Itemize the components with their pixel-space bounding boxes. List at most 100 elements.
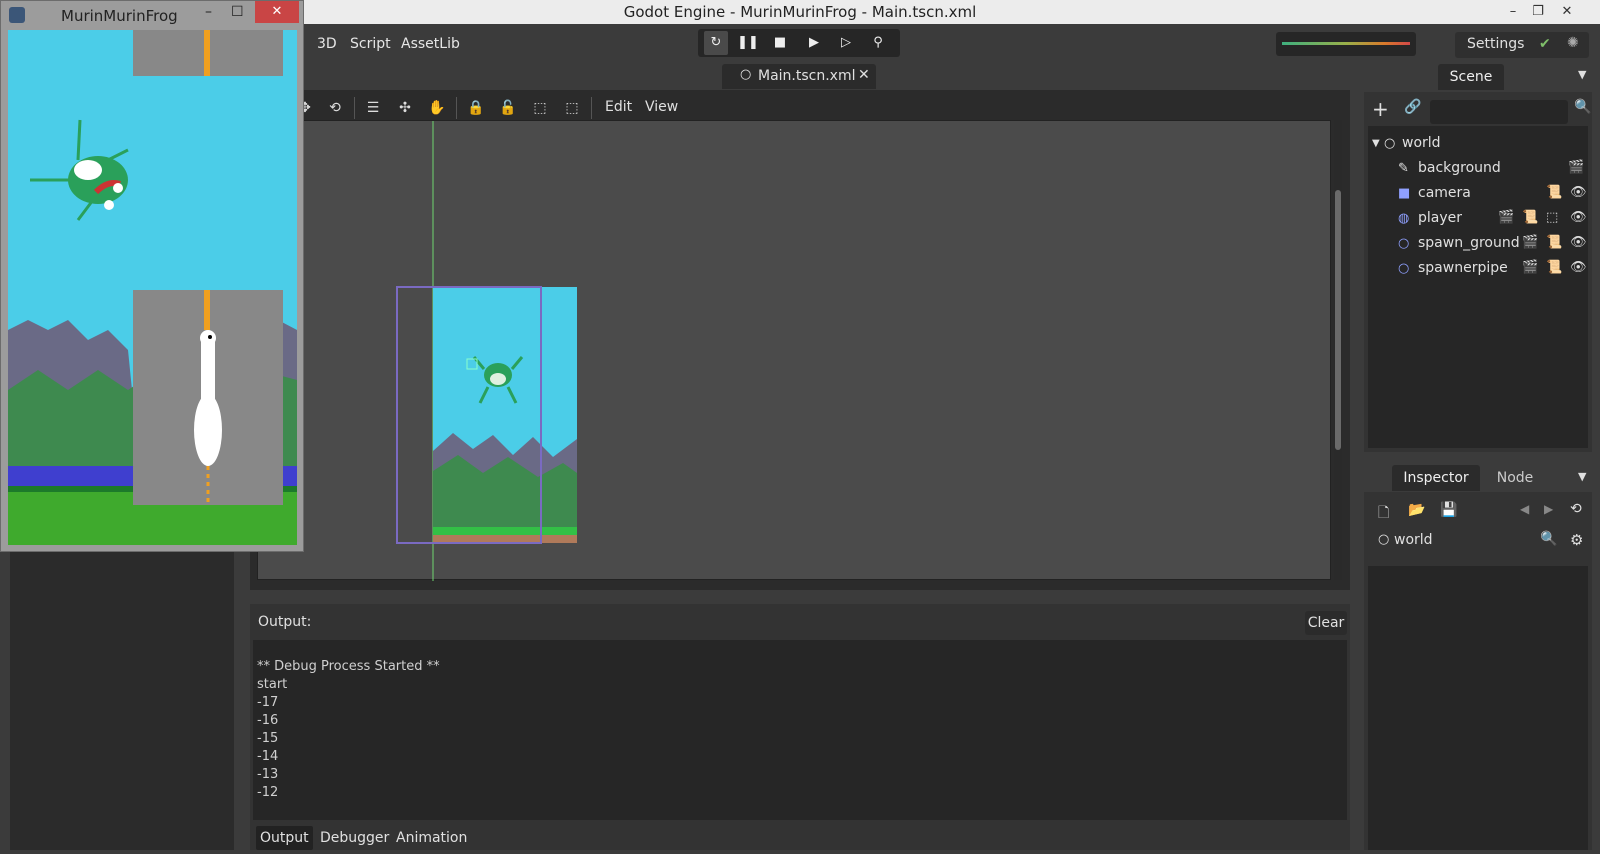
script-icon[interactable]: 📜 [1522,210,1538,225]
search-icon[interactable]: 🔍 [1574,99,1591,115]
tab-inspector[interactable]: Inspector [1392,465,1480,491]
rotate-icon[interactable]: ⟲ [324,97,346,119]
inspector-properties[interactable] [1368,566,1588,850]
settings-label: Settings [1467,36,1525,52]
filesystem-dock [10,540,234,850]
tab-scene[interactable]: Scene [1438,64,1504,90]
log-line: -17 [257,695,279,710]
tab-debugger[interactable]: Debugger [316,826,393,850]
instance-icon[interactable]: 🎬 [1522,235,1538,250]
log-line: -15 [257,731,279,746]
log-line: -14 [257,749,279,764]
check-icon: ✔ [1539,36,1551,52]
game-close-button[interactable]: ✕ [255,1,299,23]
tree-node-label: world [1402,135,1441,151]
viewport-scrollbar[interactable] [1334,120,1342,580]
ungroup-icon[interactable]: ⬚ [561,97,583,119]
list-select-icon[interactable]: ☰ [362,97,384,119]
script-icon[interactable]: 📜 [1546,235,1562,250]
restore-button[interactable]: ❐ [1527,2,1549,22]
tab-main-scene[interactable]: ○ Main.tscn.xml ✕ [722,64,876,89]
menu-assetlib[interactable]: AssetLib [401,36,460,52]
log-line: start [257,677,288,692]
visibility-eye-icon[interactable]: 👁 [1570,260,1587,275]
log-line: -16 [257,713,279,728]
instance-icon[interactable]: 🎬 [1498,210,1514,225]
performance-meter [1276,32,1416,56]
tab-output[interactable]: Output [256,826,313,850]
restart-icon[interactable]: ↻ [704,31,728,55]
group-icon[interactable]: ⬚ [1546,210,1558,225]
view-menu[interactable]: View [645,99,678,115]
camera-icon: ■ [1398,186,1411,201]
menu-script[interactable]: Script [350,36,391,52]
log-line: -13 [257,767,279,782]
add-node-icon[interactable]: + [1372,97,1389,121]
save-icon[interactable]: 💾 [1440,502,1457,518]
close-button[interactable]: ✕ [1556,2,1578,22]
history-back-icon[interactable]: ◀ [1520,502,1529,516]
visibility-eye-icon[interactable]: 👁 [1570,210,1587,225]
collapse-icon[interactable]: ▼ [1372,138,1380,149]
node-icon: ○ [740,67,752,82]
history-forward-icon[interactable]: ▶ [1544,502,1553,516]
search-icon[interactable]: 🔍 [1540,531,1557,547]
scene-preview [396,121,577,581]
link-icon[interactable]: 🔗 [1404,99,1421,115]
dock-menu-icon[interactable]: ▼ [1578,68,1586,81]
pivot-icon[interactable]: ✣ [394,97,416,119]
output-title: Output: [258,614,312,630]
sprite-icon: ✎ [1398,161,1409,176]
tree-node-spawn-ground[interactable]: ○ spawn_ground 🎬 📜 👁 [1368,232,1588,257]
open-folder-icon[interactable]: 📂 [1408,502,1425,518]
game-window-titlebar[interactable]: MurinMurinFrog – ☐ ✕ [1,1,303,29]
menu-3d[interactable]: 3D [317,36,337,52]
output-log[interactable]: ** Debug Process Started ** start -17 -1… [253,640,1347,820]
close-tab-icon[interactable]: ✕ [858,67,870,83]
unlock-icon[interactable]: 🔓 [497,97,519,119]
play-controls: ↻ ❚❚ ■ ▶ ▷ ⚲ [698,29,900,57]
spinner-icon: ✺ [1567,35,1579,51]
game-minimize-button[interactable]: – [205,4,212,20]
node-icon: ○ [1384,136,1396,151]
pan-icon[interactable]: ✋ [426,97,448,119]
instance-icon[interactable]: 🎬 [1522,260,1538,275]
settings-button[interactable]: Settings ✔ ✺ [1455,32,1589,58]
game-canvas[interactable] [8,30,297,545]
instance-icon[interactable]: 🎬 [1568,160,1584,175]
tree-node-player[interactable]: ◍ player 🎬 📜 ⬚ 👁 [1368,207,1588,232]
clear-button[interactable]: Clear [1305,611,1347,635]
script-icon[interactable]: 📜 [1546,260,1562,275]
edit-menu[interactable]: Edit [605,99,632,115]
minimize-button[interactable]: – [1502,2,1524,22]
game-maximize-button[interactable]: ☐ [231,4,244,20]
pause-icon[interactable]: ❚❚ [736,31,760,55]
play-custom-scene-icon[interactable]: ▷ [834,31,858,55]
play-scene-icon[interactable]: ▶ [802,31,826,55]
dock-menu-icon[interactable]: ▼ [1578,470,1586,483]
script-icon[interactable]: 📜 [1546,185,1562,200]
lock-icon[interactable]: 🔒 [465,97,487,119]
new-resource-icon[interactable]: 🗋 [1378,502,1389,526]
scene-tree[interactable]: ▼ ○ world ✎ background 🎬 ■ camera 📜 👁 ◍ … [1368,126,1588,448]
tree-node-world[interactable]: ▼ ○ world [1368,132,1588,157]
tree-node-label: spawnerpipe [1418,260,1508,276]
group-icon[interactable]: ⬚ [529,97,551,119]
tab-node[interactable]: Node [1488,465,1542,491]
tree-node-spawnerpipe[interactable]: ○ spawnerpipe 🎬 📜 👁 [1368,257,1588,282]
debug-options-icon[interactable]: ⚲ [866,31,890,55]
tree-node-camera[interactable]: ■ camera 📜 👁 [1368,182,1588,207]
history-icon[interactable]: ⟲ [1570,501,1582,517]
log-line: -12 [257,785,279,800]
visibility-eye-icon[interactable]: 👁 [1570,235,1587,250]
tree-node-background[interactable]: ✎ background 🎬 [1368,157,1588,182]
tab-animation[interactable]: Animation [392,826,471,850]
tree-node-label: camera [1418,185,1471,201]
gear-icon[interactable]: ⚙ [1570,531,1583,549]
tree-node-label: player [1418,210,1463,226]
game-window-title: MurinMurinFrog [61,7,178,25]
scene-filter-input[interactable] [1430,100,1568,124]
editor-viewport[interactable] [257,120,1331,581]
visibility-eye-icon[interactable]: 👁 [1570,185,1587,200]
stop-icon[interactable]: ■ [768,31,792,55]
